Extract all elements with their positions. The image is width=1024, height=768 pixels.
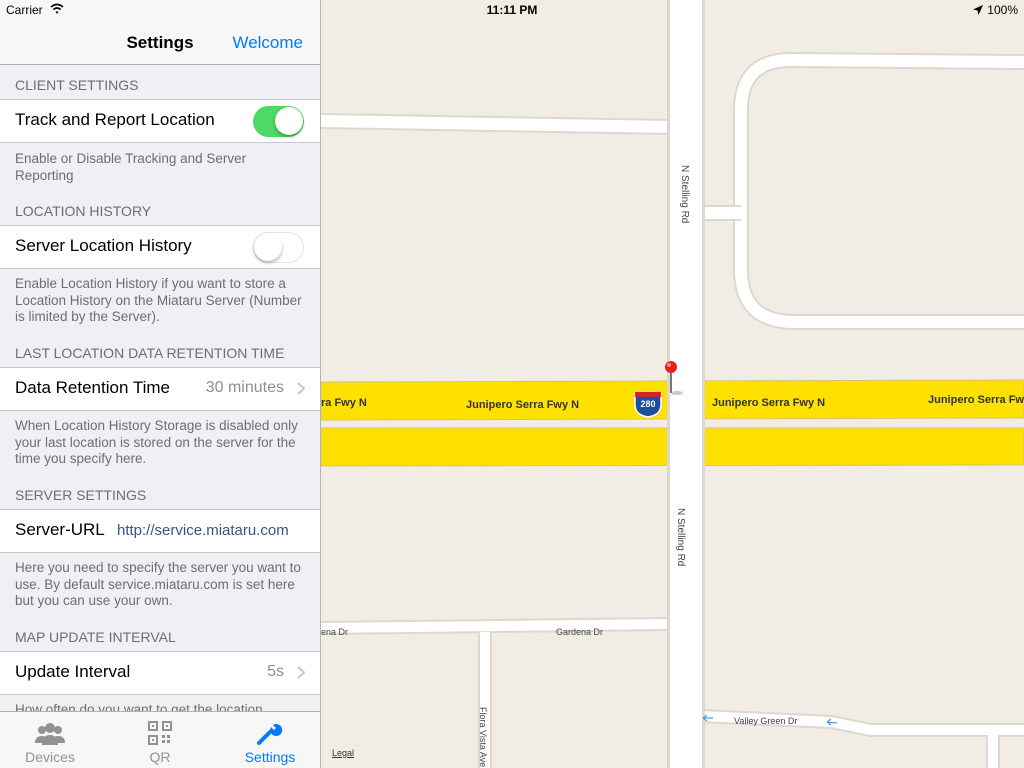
tab-qr-label: QR — [149, 749, 171, 765]
legal-link[interactable]: Legal — [332, 748, 354, 758]
location-history-toggle[interactable] — [253, 232, 304, 263]
section-footer-client: Enable or Disable Tracking and Server Re… — [15, 151, 247, 183]
map-view[interactable]: 280 ra Fwy N Junipero Serra Fwy N Junipe… — [321, 0, 1024, 768]
location-arrow-icon — [973, 5, 984, 15]
tab-qr[interactable]: QR — [110, 712, 210, 768]
street-label-flora-vista: Flora Vista Ave — [478, 707, 488, 767]
chevron-right-icon — [297, 382, 305, 395]
update-interval-label: Update Interval — [15, 662, 131, 681]
wrench-icon — [257, 724, 283, 745]
section-footer-interval: How often do you want to get the locatio… — [15, 702, 263, 711]
map-canvas: 280 ra Fwy N Junipero Serra Fwy N Junipe… — [321, 0, 1024, 768]
status-bar: Carrier 11:11 PM 100% — [0, 0, 1024, 20]
tab-settings-label: Settings — [244, 749, 296, 765]
section-header-retention: LAST LOCATION DATA RETENTION TIME — [15, 345, 285, 361]
qr-code-icon — [148, 721, 172, 745]
server-url-field[interactable]: http://service.miataru.com — [117, 522, 289, 539]
tab-settings[interactable]: Settings — [220, 712, 320, 768]
track-location-label: Track and Report Location — [15, 110, 215, 129]
street-label-stelling-lower: N Stelling Rd — [675, 508, 686, 566]
street-label-gardena-partial: ena Dr — [321, 627, 348, 637]
battery-percent: 100% — [987, 3, 1018, 17]
section-footer-server: Here you need to specify the server you … — [15, 560, 301, 608]
status-time: 11:11 PM — [486, 3, 538, 17]
street-label-freeway-4: Junipero Serra Fwy — [928, 394, 1024, 406]
section-footer-history: Enable Location History if you want to s… — [15, 276, 302, 324]
street-label-freeway-1: ra Fwy N — [321, 397, 367, 409]
track-location-toggle[interactable] — [253, 106, 304, 137]
welcome-button[interactable]: Welcome — [232, 33, 303, 53]
section-header-interval: MAP UPDATE INTERVAL — [15, 629, 176, 645]
location-history-cell: Server Location History — [0, 225, 320, 269]
section-header-client: CLIENT SETTINGS — [15, 77, 139, 93]
people-icon — [35, 723, 65, 745]
data-retention-label: Data Retention Time — [15, 378, 170, 397]
update-interval-value: 5s — [267, 663, 284, 680]
street-label-freeway-3: Junipero Serra Fwy N — [712, 397, 825, 409]
chevron-right-icon — [297, 666, 305, 679]
settings-panel: Settings Welcome CLIENT SETTINGS Track a… — [0, 0, 321, 768]
street-label-valley-green: Valley Green Dr — [734, 716, 797, 726]
street-label-gardena: Gardena Dr — [556, 627, 603, 637]
update-interval-cell[interactable]: Update Interval 5s — [0, 651, 320, 695]
highway-shield-number: 280 — [640, 399, 655, 409]
toggle-knob — [254, 233, 282, 261]
server-url-cell: Server-URL http://service.miataru.com — [0, 509, 320, 553]
street-label-freeway-2: Junipero Serra Fwy N — [466, 399, 579, 411]
section-header-history: LOCATION HISTORY — [15, 203, 152, 219]
tab-devices[interactable]: Devices — [0, 712, 100, 768]
location-history-label: Server Location History — [15, 236, 192, 255]
settings-list[interactable]: CLIENT SETTINGS Track and Report Locatio… — [0, 65, 320, 711]
section-footer-retention: When Location History Storage is disable… — [15, 418, 298, 466]
data-retention-cell[interactable]: Data Retention Time 30 minutes — [0, 367, 320, 411]
data-retention-value: 30 minutes — [205, 379, 284, 396]
battery-status: 100% — [973, 3, 1018, 17]
street-label-stelling-upper: N Stelling Rd — [679, 165, 690, 223]
server-url-label: Server-URL — [15, 520, 105, 539]
section-header-server: SERVER SETTINGS — [15, 487, 147, 503]
track-location-cell: Track and Report Location — [0, 99, 320, 143]
tab-bar: Devices QR Settings — [0, 711, 320, 768]
toggle-knob — [275, 107, 303, 135]
tab-devices-label: Devices — [25, 749, 75, 765]
